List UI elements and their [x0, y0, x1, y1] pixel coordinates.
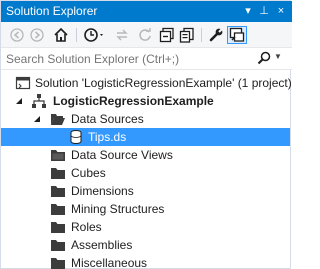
- search-bar: ▼: [1, 48, 292, 70]
- tree-node-roles[interactable]: Roles: [1, 218, 292, 236]
- tree-node-label: Data Source Views: [71, 148, 173, 162]
- refresh-button[interactable]: [135, 26, 155, 44]
- preview-icon: [229, 27, 245, 42]
- tree-node-miscellaneous[interactable]: Miscellaneous: [1, 254, 292, 269]
- project-icon: [32, 94, 46, 108]
- folder-icon: [51, 150, 65, 161]
- tree-node-mining-structures[interactable]: Mining Structures: [1, 200, 292, 218]
- show-all-files-icon: [179, 27, 194, 43]
- wrench-icon: [209, 27, 224, 42]
- tree-node-tips-ds[interactable]: Tips.ds: [1, 128, 290, 146]
- home-button[interactable]: [51, 26, 71, 44]
- expanded-arrow-icon[interactable]: [33, 115, 41, 123]
- collapse-all-button[interactable]: [157, 26, 177, 44]
- solution-icon: [15, 76, 31, 90]
- back-arrow-icon: [10, 28, 24, 42]
- search-input[interactable]: [6, 51, 246, 67]
- tree-node-label: Mining Structures: [71, 202, 165, 216]
- tree-node-assemblies[interactable]: Assemblies: [1, 236, 292, 254]
- tree-node-cubes[interactable]: Cubes: [1, 164, 292, 182]
- tree-node-data-sources[interactable]: Data Sources: [1, 110, 292, 128]
- tree-node-label: Roles: [71, 220, 102, 234]
- tree-node-label: Miscellaneous: [71, 256, 148, 269]
- collapse-all-icon: [159, 27, 174, 43]
- sync-arrows-icon: [116, 29, 128, 41]
- forward-button[interactable]: [27, 26, 47, 44]
- tree-node-project[interactable]: LogisticRegressionExample: [1, 92, 292, 110]
- window-position-dropdown-button[interactable]: ▾: [241, 3, 255, 19]
- forward-arrow-icon: [30, 28, 44, 42]
- tree-node-dimensions[interactable]: Dimensions: [1, 182, 292, 200]
- folder-icon: [51, 222, 65, 233]
- expanded-arrow-icon[interactable]: [15, 97, 23, 105]
- window-title: Solution Explorer: [6, 4, 98, 18]
- preview-selected-items-button[interactable]: [227, 26, 247, 44]
- folder-icon: [51, 240, 65, 251]
- history-clock-icon: [84, 28, 103, 42]
- tree-node-label: Dimensions: [71, 184, 134, 198]
- folder-icon: [51, 258, 65, 269]
- sync-with-active-document-button[interactable]: [112, 26, 132, 44]
- search-options-dropdown-icon[interactable]: ▼: [274, 52, 282, 61]
- toolbar-separator: [76, 28, 77, 42]
- toolbar-separator: [201, 28, 202, 42]
- show-all-files-button[interactable]: [177, 26, 197, 44]
- folder-icon: [51, 168, 65, 179]
- folder-icon: [51, 186, 65, 197]
- search-icon[interactable]: [257, 51, 271, 65]
- home-icon: [54, 27, 68, 42]
- solution-explorer-panel: Solution Explorer ▾ ⊥ × Search Solution …: [0, 0, 292, 269]
- tree-node-solution[interactable]: Solution 'LogisticRegressionExample' (1 …: [1, 74, 292, 92]
- tree-node-data-source-views[interactable]: Data Source Views: [1, 146, 292, 164]
- tree-node-label: Assemblies: [71, 238, 133, 252]
- refresh-icon: [139, 28, 151, 41]
- folder-icon: [51, 204, 65, 215]
- tree-node-label: Tips.ds: [88, 130, 127, 144]
- tree-node-label: Data Sources: [71, 112, 144, 126]
- tree-node-label: Solution 'LogisticRegressionExample' (1 …: [35, 76, 292, 90]
- tree-node-label: Cubes: [71, 166, 106, 180]
- pending-changes-filter-button[interactable]: [82, 26, 108, 44]
- title-bar: Solution Explorer ▾ ⊥ ×: [1, 1, 292, 22]
- auto-hide-pin-button[interactable]: ⊥: [257, 3, 271, 19]
- folder-open-icon: [51, 114, 65, 125]
- back-button[interactable]: [7, 26, 27, 44]
- close-button[interactable]: ×: [274, 3, 288, 19]
- properties-button[interactable]: [206, 26, 226, 44]
- tree-node-label: LogisticRegressionExample: [53, 94, 214, 108]
- toolbar: [1, 22, 292, 48]
- database-icon: [70, 130, 82, 144]
